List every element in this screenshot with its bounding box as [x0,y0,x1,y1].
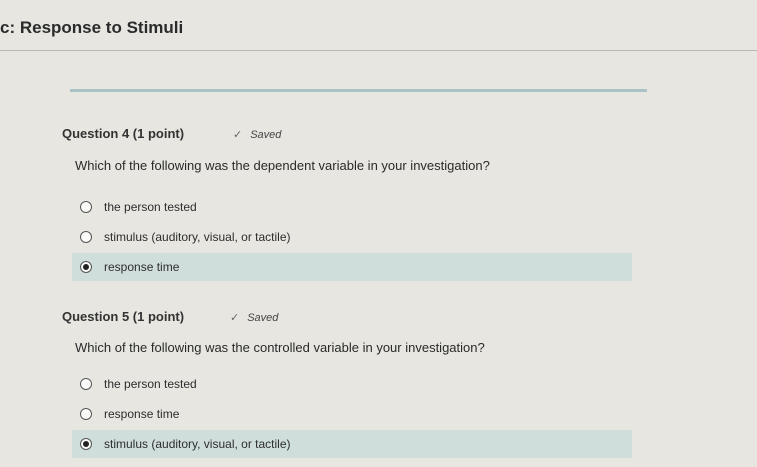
question-4-option-1[interactable]: the person tested [72,194,632,220]
question-5-header: Question 5 (1 point) [62,309,185,324]
radio-button[interactable] [80,378,92,390]
option-label: response time [104,260,180,274]
question-4-header: Question 4 (1 point) [62,126,185,141]
question-4-saved-status: ✓ Saved [233,129,282,141]
progress-bar [70,89,647,92]
question-4-option-3[interactable]: response time [72,253,632,281]
question-5-option-3[interactable]: stimulus (auditory, visual, or tactile) [72,430,632,458]
radio-button-selected[interactable] [80,438,92,450]
option-label: stimulus (auditory, visual, or tactile) [104,230,291,244]
question-5-option-1[interactable]: the person tested [72,371,632,397]
check-icon: ✓ [233,129,243,141]
question-4-text: Which of the following was the dependent… [75,158,490,173]
check-icon: ✓ [230,312,240,324]
option-label: stimulus (auditory, visual, or tactile) [104,437,291,451]
radio-button[interactable] [80,408,92,420]
question-5-option-2[interactable]: response time [72,401,632,427]
question-5-saved-status: ✓ Saved [230,312,279,324]
radio-button[interactable] [80,231,92,243]
question-5-text: Which of the following was the controlle… [75,340,485,355]
page-title: c: Response to Stimuli [0,18,184,37]
title-divider [0,50,757,51]
option-label: the person tested [104,200,197,214]
radio-button[interactable] [80,201,92,213]
option-label: response time [104,407,180,421]
question-4-option-2[interactable]: stimulus (auditory, visual, or tactile) [72,224,632,250]
option-label: the person tested [104,377,197,391]
radio-button-selected[interactable] [80,261,92,273]
